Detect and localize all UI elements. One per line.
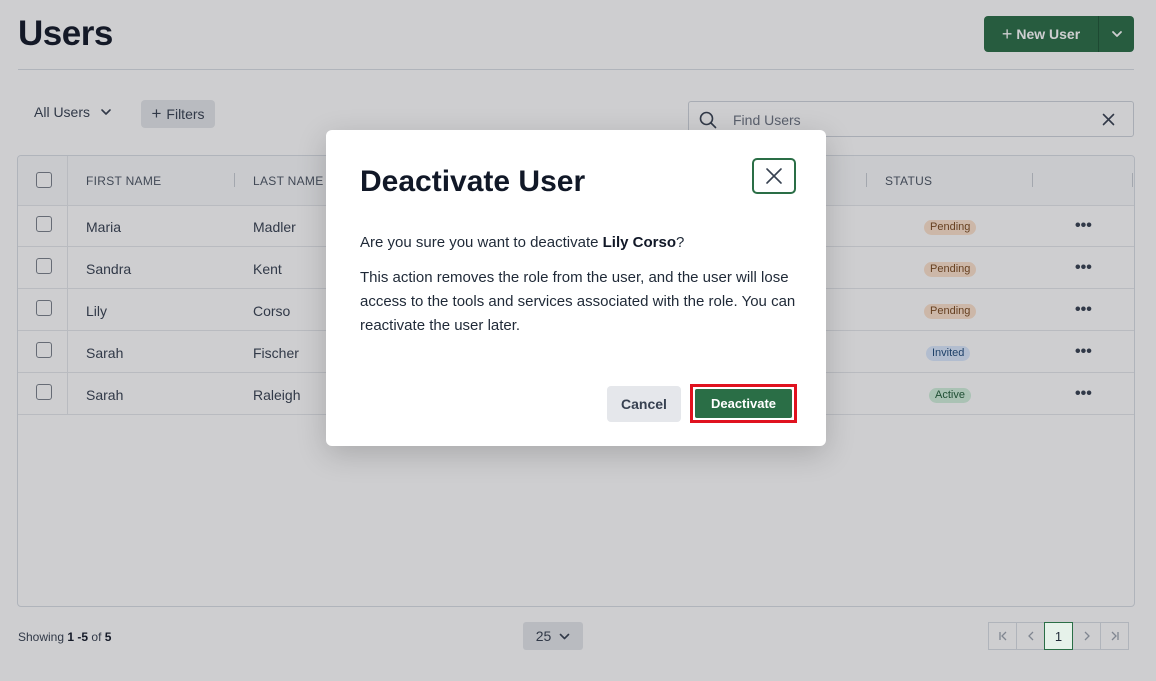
question-suffix: ? (676, 234, 685, 251)
dialog-description: This action removes the role from the us… (360, 269, 796, 334)
close-icon (766, 168, 782, 184)
question-prefix: Are you sure you want to deactivate (360, 234, 603, 251)
user-name: Lily Corso (602, 234, 676, 251)
deactivate-user-dialog: Deactivate User Are you sure you want to… (326, 130, 826, 446)
dialog-title: Deactivate User (360, 165, 586, 198)
dialog-close-button[interactable] (752, 158, 796, 194)
dialog-question: Are you sure you want to deactivate Lily… (360, 232, 800, 254)
deactivate-button[interactable]: Deactivate (695, 389, 792, 418)
highlight-frame: Deactivate (690, 384, 797, 423)
page-button-current[interactable]: 1 (1044, 622, 1073, 650)
cancel-button[interactable]: Cancel (607, 386, 681, 422)
